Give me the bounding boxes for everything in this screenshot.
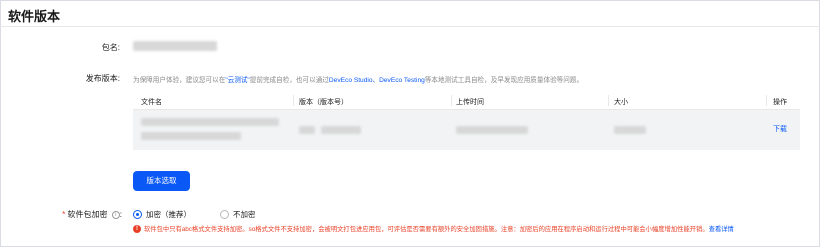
package-name-redacted bbox=[133, 41, 217, 51]
required-asterisk: * bbox=[62, 210, 66, 219]
download-link[interactable]: 下载 bbox=[773, 124, 787, 134]
info-icon[interactable]: i bbox=[111, 210, 120, 219]
version-code-redacted bbox=[321, 126, 361, 134]
radio-unselected-icon[interactable] bbox=[220, 210, 229, 219]
label-colon: : bbox=[119, 210, 122, 219]
warning-text: 软件包中只有abc格式文件支持加密。so格式文件不支持加密，会被明文打包进应用包… bbox=[144, 226, 709, 233]
column-separator bbox=[293, 95, 294, 106]
size-redacted bbox=[614, 126, 646, 134]
page-title: 软件版本 bbox=[8, 9, 61, 24]
hint-prefix: 为保障用户体验，建议您可以在 bbox=[133, 77, 226, 84]
radio-encrypt-label: 加密（推荐） bbox=[146, 210, 191, 219]
column-separator bbox=[766, 95, 767, 106]
column-separator bbox=[608, 95, 609, 106]
column-header-action: 操作 bbox=[773, 99, 787, 106]
deveco-tools-link[interactable]: DevEco Studio、DevEco Testing bbox=[329, 77, 425, 84]
hint-suffix: 等本地测试工具自检，及早发现应用质量体验等问题。 bbox=[424, 77, 584, 84]
column-header-version: 版本（版本号） bbox=[299, 99, 348, 106]
version-table: 文件名 版本（版本号） 上传时间 大小 操作 下载 bbox=[133, 92, 800, 158]
column-header-upload-time: 上传时间 bbox=[456, 99, 484, 106]
radio-encrypt[interactable]: 加密（推荐） bbox=[133, 209, 191, 220]
encrypt-label-row: * 软件包加密 i: bbox=[56, 209, 122, 220]
filename-redacted bbox=[141, 118, 279, 126]
select-version-button[interactable]: 版本选取 bbox=[133, 171, 190, 191]
cloud-test-link[interactable]: "云测试" bbox=[225, 77, 249, 84]
column-header-size: 大小 bbox=[614, 99, 628, 106]
release-label: 发布版本: bbox=[85, 74, 120, 83]
radio-selected-icon[interactable] bbox=[133, 210, 142, 219]
column-header-filename: 文件名 bbox=[141, 99, 162, 106]
table-header: 文件名 版本（版本号） 上传时间 大小 操作 bbox=[133, 92, 800, 110]
error-icon: ! bbox=[133, 224, 141, 233]
table-row: 下载 bbox=[133, 110, 800, 150]
encrypt-warning: ! 软件包中只有abc格式文件支持加密。so格式文件不支持加密，会被明文打包进应… bbox=[133, 224, 734, 233]
filename-redacted bbox=[141, 132, 241, 140]
version-redacted bbox=[299, 126, 315, 134]
release-hint: 为保障用户体验，建议您可以在"云测试"提前完成自检，也可以通过DevEco St… bbox=[133, 74, 583, 84]
upload-time-redacted bbox=[456, 126, 528, 134]
package-label: 包名: bbox=[101, 43, 120, 52]
column-separator bbox=[451, 95, 452, 106]
hint-mid: 提前完成自检，也可以通过 bbox=[249, 77, 329, 84]
encrypt-label: 软件包加密 bbox=[67, 210, 108, 219]
radio-no-encrypt-label: 不加密 bbox=[233, 210, 256, 219]
title-divider bbox=[0, 26, 820, 27]
radio-no-encrypt[interactable]: 不加密 bbox=[220, 209, 256, 220]
view-details-link[interactable]: 查看详情 bbox=[709, 224, 734, 233]
